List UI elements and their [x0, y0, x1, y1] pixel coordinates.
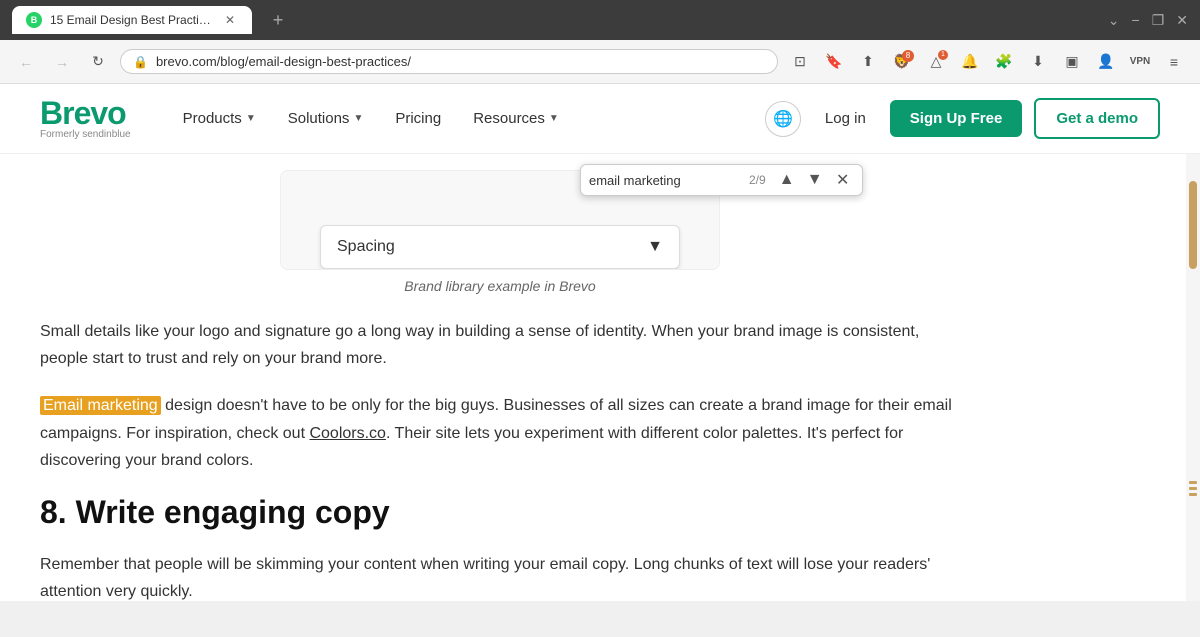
scrollbar-marker	[1189, 493, 1197, 496]
active-tab[interactable]: B 15 Email Design Best Practices | ✕	[12, 6, 252, 34]
extensions-icon[interactable]: 🧩	[990, 48, 1018, 76]
body-paragraph-2: Email marketing design doesn't have to b…	[40, 392, 960, 474]
demo-button[interactable]: Get a demo	[1034, 98, 1160, 139]
brand-caption: Brand library example in Brevo	[40, 278, 960, 294]
find-next-button[interactable]: ▼	[804, 169, 826, 191]
main-content: Spacing ▼ Brand library example in Brevo…	[0, 154, 1000, 601]
vpn-icon[interactable]: VPN	[1126, 48, 1154, 76]
solutions-menu[interactable]: Solutions ▼	[276, 102, 376, 135]
forward-button[interactable]: →	[48, 48, 76, 76]
rewards-badge: 1	[938, 50, 948, 60]
scrollbar[interactable]	[1186, 154, 1200, 601]
tab-close-button[interactable]: ✕	[222, 12, 238, 28]
resources-chevron-icon: ▼	[549, 113, 559, 124]
resources-label: Resources	[473, 110, 545, 127]
find-count: 2/9	[745, 173, 770, 187]
bookmark-icon[interactable]: 🔖	[820, 48, 848, 76]
solutions-label: Solutions	[288, 110, 350, 127]
language-selector[interactable]: 🌐	[765, 101, 801, 137]
page-content: 2/9 ▲ ▼ ✕ Brevo Formerly sendinblue Prod…	[0, 84, 1200, 601]
products-menu[interactable]: Products ▼	[171, 102, 268, 135]
body-paragraph-1: Small details like your logo and signatu…	[40, 318, 960, 372]
site-navigation: Brevo Formerly sendinblue Products ▼ Sol…	[0, 84, 1200, 154]
new-tab-button[interactable]: +	[264, 6, 292, 34]
brave-rewards-icon[interactable]: △ 1	[922, 48, 950, 76]
browser-chrome: B 15 Email Design Best Practices | ✕ + ⌄…	[0, 0, 1200, 84]
browser-toolbar: ← → ↻ 🔒 brevo.com/blog/email-design-best…	[0, 40, 1200, 84]
logo-text: Brevo	[40, 97, 131, 129]
find-close-button[interactable]: ✕	[832, 169, 854, 191]
pricing-link[interactable]: Pricing	[383, 102, 453, 135]
coolors-link[interactable]: Coolors.co	[309, 425, 385, 442]
profile-icon[interactable]: 👤	[1092, 48, 1120, 76]
resources-menu[interactable]: Resources ▼	[461, 102, 571, 135]
solutions-chevron-icon: ▼	[353, 113, 363, 124]
sidebar-toggle[interactable]: ▣	[1058, 48, 1086, 76]
brave-shields-icon[interactable]: 🦁 8	[888, 48, 916, 76]
scrollbar-thumb[interactable]	[1189, 181, 1197, 268]
back-button[interactable]: ←	[12, 48, 40, 76]
notifications-icon[interactable]: 🔔	[956, 48, 984, 76]
email-marketing-highlight: Email marketing	[40, 396, 161, 415]
section-heading-8: 8. Write engaging copy	[40, 494, 960, 531]
scrollbar-marker	[1189, 487, 1197, 490]
brave-badge: 8	[902, 50, 914, 62]
nav-items: Products ▼ Solutions ▼ Pricing Resources…	[171, 102, 765, 135]
find-prev-button[interactable]: ▲	[776, 169, 798, 191]
find-bar: 2/9 ▲ ▼ ✕	[580, 164, 863, 196]
tab-title: 15 Email Design Best Practices |	[50, 13, 214, 27]
close-button[interactable]: ✕	[1176, 12, 1188, 29]
expand-icon[interactable]: ⌄	[1108, 12, 1120, 29]
products-chevron-icon: ▼	[246, 113, 256, 124]
url-text: brevo.com/blog/email-design-best-practic…	[156, 54, 765, 69]
nav-right: 🌐 Log in Sign Up Free Get a demo	[765, 98, 1160, 139]
cast-icon[interactable]: ⊡	[786, 48, 814, 76]
brevo-logo[interactable]: Brevo Formerly sendinblue	[40, 97, 131, 140]
products-label: Products	[183, 110, 242, 127]
signup-button[interactable]: Sign Up Free	[890, 100, 1023, 137]
logo-subtitle: Formerly sendinblue	[40, 129, 131, 140]
share-icon[interactable]: ⬆	[854, 48, 882, 76]
download-icon[interactable]: ⬇	[1024, 48, 1052, 76]
window-controls: ⌄ − ❐ ✕	[1108, 12, 1188, 29]
spacing-dropdown[interactable]: Spacing ▼	[320, 225, 680, 269]
body-paragraph-3: Remember that people will be skimming yo…	[40, 551, 960, 601]
toolbar-icons: ⊡ 🔖 ⬆ 🦁 8 △ 1 🔔 🧩 ⬇ ▣ 👤 VPN ≡	[786, 48, 1188, 76]
titlebar: B 15 Email Design Best Practices | ✕ + ⌄…	[0, 0, 1200, 40]
minimize-button[interactable]: −	[1132, 12, 1140, 28]
pricing-label: Pricing	[395, 110, 441, 127]
tab-favicon: B	[26, 12, 42, 28]
spacing-chevron-icon: ▼	[647, 238, 663, 256]
menu-button[interactable]: ≡	[1160, 48, 1188, 76]
spacing-label: Spacing	[337, 238, 395, 256]
lock-icon: 🔒	[133, 55, 148, 69]
maximize-button[interactable]: ❐	[1152, 12, 1165, 29]
address-bar[interactable]: 🔒 brevo.com/blog/email-design-best-pract…	[120, 49, 778, 74]
reload-button[interactable]: ↻	[84, 48, 112, 76]
find-input[interactable]	[589, 173, 739, 188]
scrollbar-markers	[1189, 481, 1197, 496]
login-link[interactable]: Log in	[813, 102, 878, 135]
scrollbar-marker	[1189, 481, 1197, 484]
